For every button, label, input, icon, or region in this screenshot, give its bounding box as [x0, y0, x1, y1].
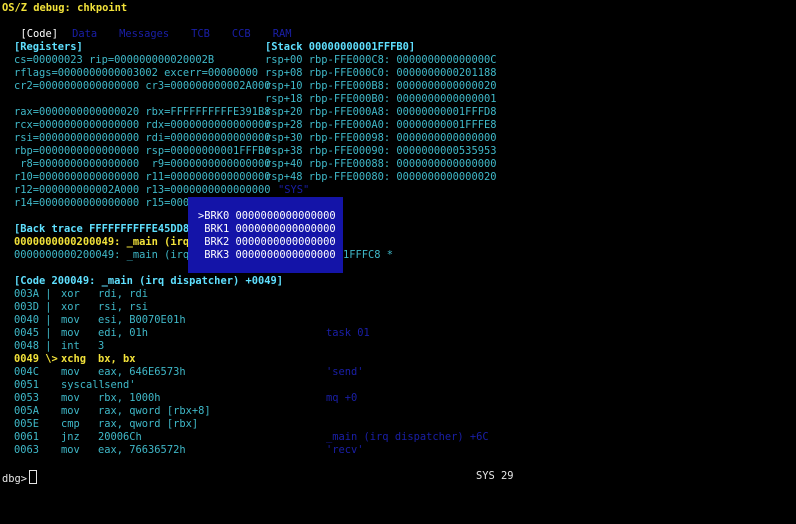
code-mnemonic: xchg: [61, 353, 87, 365]
tab-messages[interactable]: Messages: [119, 28, 169, 40]
breakpoint-row-brk3[interactable]: BRK3 0000000000000000: [198, 249, 335, 262]
prompt-label: dbg>: [2, 473, 28, 485]
breakpoint-row-brk0[interactable]: >BRK0 0000000000000000: [198, 210, 336, 223]
stack-note: "SYS": [278, 184, 310, 196]
code-address: 0061: [14, 431, 40, 443]
text-cursor[interactable]: [29, 470, 38, 484]
code-address: 004C: [14, 366, 40, 378]
code-operands: edi, 01h: [98, 327, 149, 339]
registers-heading: [Registers]: [14, 41, 83, 53]
code-address: 005A: [14, 405, 40, 417]
code-comment: mq +0: [326, 392, 358, 404]
code-address: 0051: [14, 379, 40, 391]
code-mnemonic: mov: [61, 366, 80, 378]
code-operands: bx, bx: [98, 353, 136, 365]
tab-ram[interactable]: RAM: [273, 28, 292, 40]
breakpoint-row-brk2[interactable]: BRK2 0000000000000000: [198, 236, 335, 249]
code-comment: 'recv': [326, 444, 364, 456]
code-address: 003A |: [14, 288, 52, 300]
stack-line: rsp+40 rbp-FFE00088: 0000000000000000: [265, 158, 497, 170]
register-line: r8=0000000000000000 r9=0000000000000000: [14, 158, 271, 170]
code-operands: rax, qword [rbx]: [98, 418, 199, 430]
register-line: cs=00000023 rip=000000000020002B: [14, 54, 215, 66]
code-address: 0045 |: [14, 327, 52, 339]
register-line: rcx=0000000000000000 rdx=000000000000000…: [14, 119, 271, 131]
code-operands: eax, 76636572h: [98, 444, 186, 456]
stack-heading: [Stack 00000000001FFFB0]: [265, 41, 416, 53]
register-line: rbp=0000000000000000 rsp=00000000001FFFB…: [14, 145, 271, 157]
code-address: 0049 \>: [14, 353, 58, 365]
code-address: 0048 |: [14, 340, 52, 352]
code-mnemonic: cmp: [61, 418, 80, 430]
code-mnemonic: mov: [61, 327, 80, 339]
stack-line: rsp+28 rbp-FFE000A0: 00000000001FFFE8: [265, 119, 497, 131]
stack-line: rsp+38 rbp-FFE00090: 0000000000535953: [265, 145, 497, 157]
tab-tcb[interactable]: TCB: [191, 28, 210, 40]
stack-line: rsp+08 rbp-FFE000C0: 0000000000201188: [265, 67, 497, 79]
register-line: rflags=0000000000003002 excerr=00000000: [14, 67, 258, 79]
code-operands: eax, 646E6573h: [98, 366, 186, 378]
code-mnemonic: int: [61, 340, 80, 352]
breakpoint-popup[interactable]: >BRK0 0000000000000000 BRK1 000000000000…: [188, 197, 343, 273]
code-address: 0040 |: [14, 314, 52, 326]
breakpoint-row-brk1[interactable]: BRK1 0000000000000000: [198, 223, 335, 236]
code-comment: task 01: [326, 327, 370, 339]
stack-line: rsp+18 rbp-FFE000B0: 0000000000000001: [265, 93, 497, 105]
register-line: rsi=0000000000000000 rdi=000000000000000…: [14, 132, 271, 144]
backtrace-frame[interactable]: 0000000000200049: _main (irq: [14, 249, 189, 262]
tab-bar: [Code] Data Messages TCB CCB RAM: [8, 15, 292, 41]
code-operands: 3: [98, 340, 105, 352]
stack-line: rsp+00 rbp-FFE000C8: 000000000000000C: [265, 54, 497, 66]
tab-ccb[interactable]: CCB: [232, 28, 251, 40]
code-mnemonic: jnz: [61, 431, 80, 443]
command-prompt[interactable]: dbg>: [2, 470, 38, 486]
code-comment: _main (irq dispatcher) +6C: [326, 431, 489, 443]
code-comment: 'send': [326, 366, 364, 378]
code-address: 0063: [14, 444, 40, 456]
code-operands: 20006Ch: [98, 431, 142, 443]
code-operands: esi, B0070E01h: [98, 314, 186, 326]
backtrace-current-frame[interactable]: 0000000000200049: _main (irq: [14, 236, 189, 249]
code-operands: rsi, rsi: [98, 301, 149, 313]
stack-line: rsp+30 rbp-FFE00098: 0000000000000000: [265, 132, 497, 144]
code-mnemonic: xor: [61, 301, 80, 313]
code-address: 0053: [14, 392, 40, 404]
stack-line: rsp+20 rbp-FFE000A8: 00000000001FFFD8: [265, 106, 497, 118]
debugger-title: OS/Z debug: chkpoint: [2, 2, 128, 14]
backtrace-heading: [Back trace FFFFFFFFFFE45DD8]: [14, 223, 196, 235]
code-operands: rbx, 1000h: [98, 392, 161, 404]
backtrace-frame-tail: 1FFFC8 *: [343, 249, 394, 261]
register-line: rax=0000000000000020 rbx=FFFFFFFFFFE391B…: [14, 106, 271, 118]
register-line: r10=0000000000000000 r11=000000000000000…: [14, 171, 271, 183]
code-operands: rax, qword [rbx+8]: [98, 405, 211, 417]
tab-data[interactable]: Data: [72, 28, 97, 40]
code-mnemonic: mov: [61, 405, 80, 417]
tab-code[interactable]: [Code]: [21, 28, 59, 40]
code-operands: rdi, rdi: [98, 288, 149, 300]
register-line: cr2=0000000000000000 cr3=000000000002A00…: [14, 80, 271, 92]
stack-line: rsp+48 rbp-FFE00080: 0000000000000020: [265, 171, 497, 183]
code-mnemonic: xor: [61, 288, 80, 300]
stack-line: rsp+10 rbp-FFE000B8: 0000000000000020: [265, 80, 497, 92]
code-mnemonic: mov: [61, 444, 80, 456]
code-mnemonic: mov: [61, 314, 80, 326]
code-address: 003D |: [14, 301, 52, 313]
code-operands: 'send': [98, 379, 136, 391]
code-address: 005E: [14, 418, 40, 430]
code-mnemonic: mov: [61, 392, 80, 404]
status-readout: SYS 29: [476, 470, 514, 482]
code-heading: [Code 200049: _main (irq dispatcher) +00…: [14, 275, 283, 287]
register-line: r12=000000000002A000 r13=000000000000000…: [14, 184, 271, 196]
